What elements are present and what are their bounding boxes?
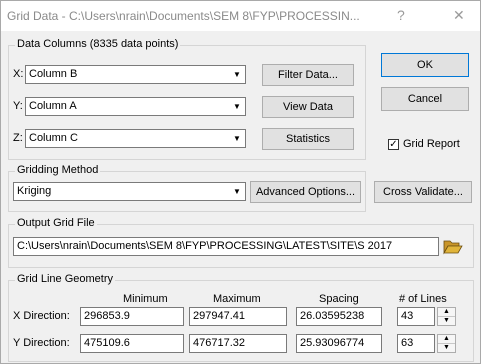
chevron-down-icon[interactable]: ▼ (229, 183, 245, 200)
gridding-method-value: Kriging (17, 185, 52, 197)
minimum-header: Minimum (123, 293, 168, 305)
x-column-select[interactable]: Column B ▼ (25, 65, 246, 84)
z-column-value: Column C (29, 132, 78, 144)
grid-report-checkbox[interactable]: ✓ (388, 139, 399, 150)
grid-data-dialog: Grid Data - C:\Users\nrain\Documents\SEM… (0, 0, 481, 364)
output-grid-file-heading: Output Grid File (15, 217, 97, 229)
filter-data-button[interactable]: Filter Data... (262, 64, 354, 86)
x-minimum-field[interactable]: 296853.9 (80, 307, 184, 326)
cancel-button[interactable]: Cancel (381, 87, 469, 111)
chevron-down-icon[interactable]: ▼ (229, 98, 245, 115)
maximum-header: Maximum (213, 293, 261, 305)
view-data-button[interactable]: View Data (262, 96, 354, 118)
x-lines-field[interactable]: 43 (397, 307, 435, 326)
z-column-label: Z: (13, 132, 23, 144)
y-column-label: Y: (13, 100, 23, 112)
output-grid-file-path[interactable]: C:\Users\nrain\Documents\SEM 8\FYP\PROCE… (13, 237, 439, 256)
x-column-value: Column B (29, 68, 78, 80)
statistics-button[interactable]: Statistics (262, 128, 354, 150)
y-spacing-field[interactable]: 25.93096774 (296, 334, 382, 353)
y-maximum-field[interactable]: 476717.32 (189, 334, 287, 353)
x-direction-label: X Direction: (13, 310, 70, 322)
y-direction-label: Y Direction: (13, 337, 70, 349)
spin-up-icon[interactable]: ▲ (438, 335, 455, 344)
data-columns-heading: Data Columns (8335 data points) (15, 38, 181, 50)
chevron-down-icon[interactable]: ▼ (229, 66, 245, 83)
chevron-down-icon[interactable]: ▼ (229, 130, 245, 147)
x-column-label: X: (13, 68, 24, 80)
y-minimum-field[interactable]: 475109.6 (80, 334, 184, 353)
spin-up-icon[interactable]: ▲ (438, 308, 455, 317)
folder-open-icon[interactable] (443, 238, 463, 255)
y-column-select[interactable]: Column A ▼ (25, 97, 246, 116)
x-spacing-field[interactable]: 26.03595238 (296, 307, 382, 326)
spin-down-icon[interactable]: ▼ (438, 344, 455, 352)
y-lines-spinner[interactable]: ▲ ▼ (437, 334, 456, 353)
ok-button[interactable]: OK (381, 53, 469, 77)
cross-validate-button[interactable]: Cross Validate... (374, 181, 472, 203)
help-icon[interactable]: ? (397, 7, 405, 23)
close-icon[interactable]: ✕ (453, 7, 465, 24)
grid-line-geometry-heading: Grid Line Geometry (15, 273, 115, 285)
x-lines-spinner[interactable]: ▲ ▼ (437, 307, 456, 326)
y-lines-field[interactable]: 63 (397, 334, 435, 353)
title-bar: Grid Data - C:\Users\nrain\Documents\SEM… (1, 1, 480, 31)
z-column-select[interactable]: Column C ▼ (25, 129, 246, 148)
y-column-value: Column A (29, 100, 77, 112)
gridding-method-heading: Gridding Method (15, 164, 101, 176)
x-maximum-field[interactable]: 297947.41 (189, 307, 287, 326)
lines-header: # of Lines (399, 293, 447, 305)
grid-report-label: Grid Report (403, 138, 460, 150)
gridding-method-select[interactable]: Kriging ▼ (13, 182, 246, 201)
advanced-options-button[interactable]: Advanced Options... (250, 181, 361, 203)
spin-down-icon[interactable]: ▼ (438, 317, 455, 325)
window-title: Grid Data - C:\Users\nrain\Documents\SEM… (7, 9, 360, 23)
spacing-header: Spacing (319, 293, 359, 305)
